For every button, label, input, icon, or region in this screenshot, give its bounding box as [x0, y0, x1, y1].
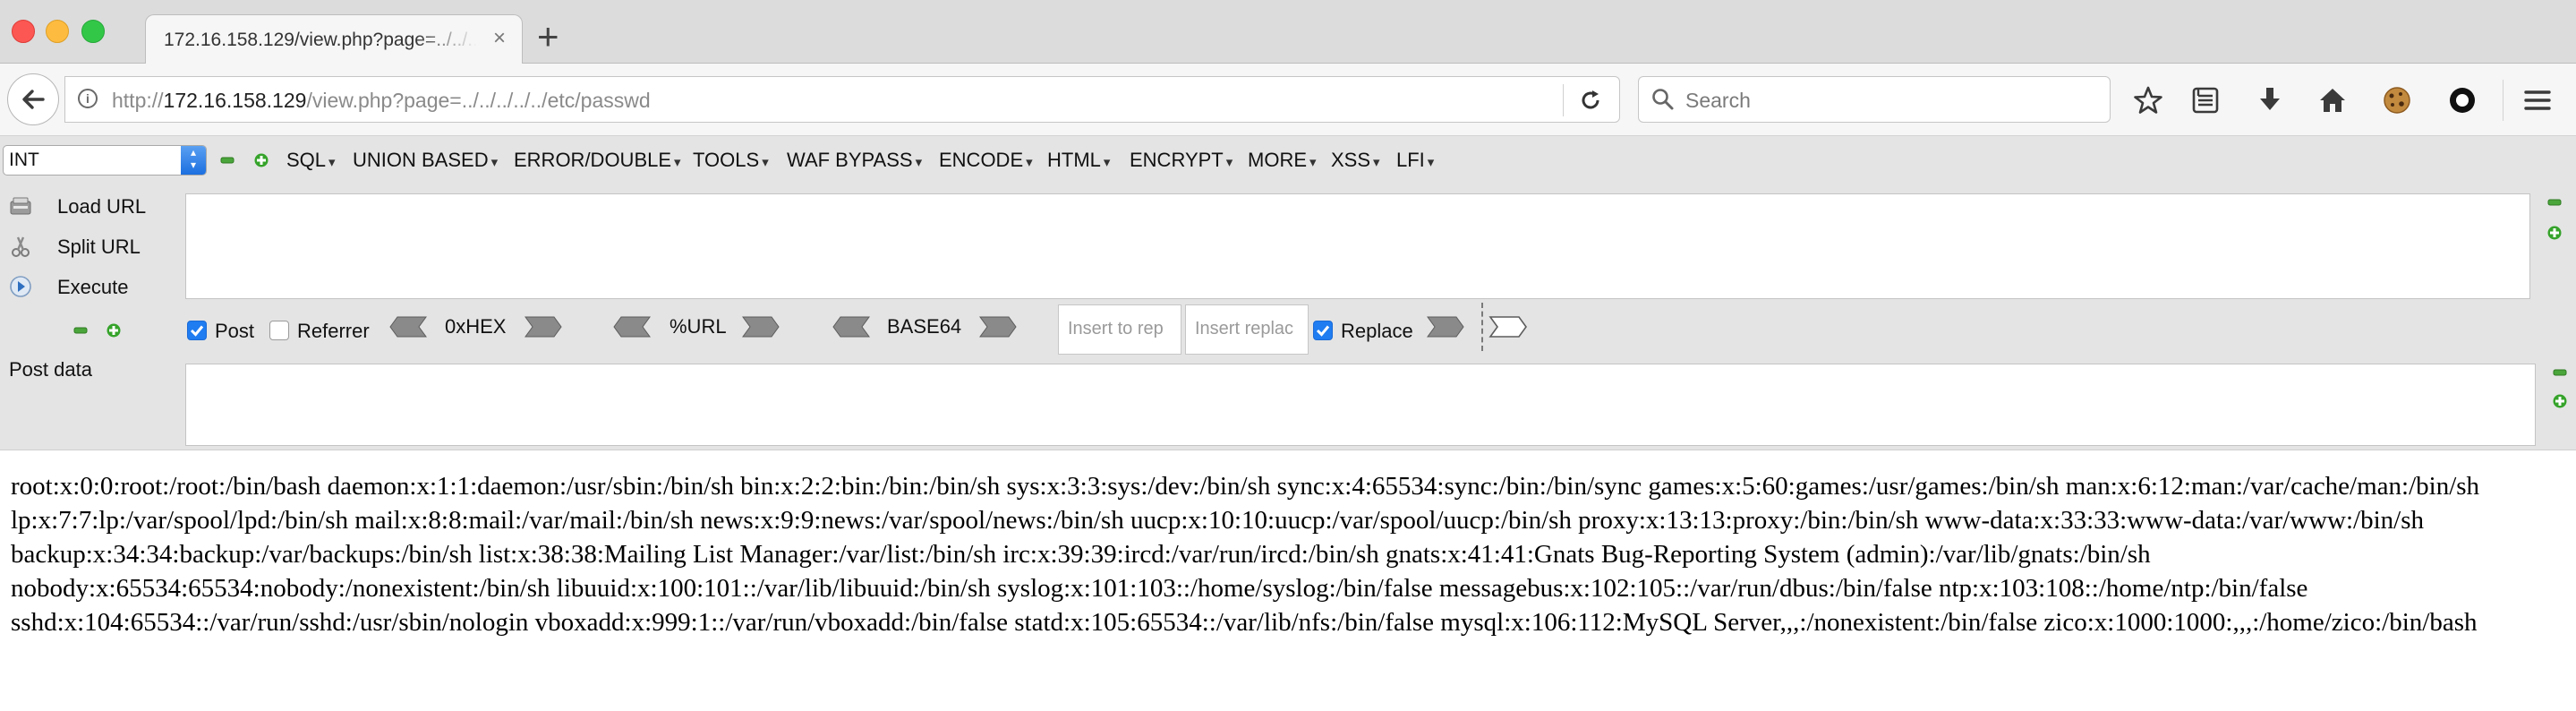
plus-icon[interactable] — [254, 153, 269, 167]
split-url-label: Split URL — [57, 236, 141, 258]
window-close-button[interactable] — [12, 20, 35, 43]
post-label: Post — [215, 320, 255, 342]
split-url-button[interactable]: Split URL — [0, 230, 179, 262]
back-arrow-icon — [22, 90, 45, 109]
back-button[interactable] — [7, 73, 59, 125]
url-divider — [1563, 84, 1564, 116]
execute-play-icon — [10, 276, 31, 297]
options-expand-icon[interactable] — [107, 323, 121, 338]
execute-label: Execute — [57, 276, 129, 298]
url-encode-arrow-icon[interactable] — [741, 314, 786, 339]
load-url-label: Load URL — [57, 195, 147, 218]
load-url-button[interactable]: Load URL — [0, 190, 179, 222]
post-textarea-expand-icon[interactable] — [2553, 394, 2567, 408]
load-url-icon — [10, 197, 31, 215]
hex-encode-arrow-icon[interactable] — [524, 314, 568, 339]
extension-circle-icon[interactable] — [2447, 85, 2478, 116]
referrer-checkbox[interactable] — [269, 321, 289, 340]
url-textarea-shrink-icon[interactable] — [2547, 195, 2562, 210]
url-path: /view.php?page=../../../../../etc/passwd — [306, 89, 651, 112]
apply-replace-arrow-icon[interactable] — [1488, 314, 1533, 339]
checkmark-icon — [1316, 325, 1330, 337]
download-icon[interactable] — [2255, 85, 2285, 116]
url-textarea[interactable] — [185, 193, 2530, 299]
menu-union-based[interactable]: UNION BASED — [353, 149, 498, 172]
navigation-bar: i http://172.16.158.129/view.php?page=..… — [0, 64, 2576, 136]
insert-to-replace-field[interactable] — [1058, 304, 1181, 355]
menu-tools[interactable]: TOOLS — [693, 149, 769, 172]
url-encode-label: %URL — [670, 315, 727, 338]
post-checkbox[interactable] — [187, 321, 207, 340]
execute-button[interactable]: Execute — [0, 270, 179, 303]
home-icon[interactable] — [2317, 85, 2348, 116]
search-input[interactable] — [1684, 86, 2099, 115]
dashed-separator — [1481, 303, 1483, 351]
menu-sql[interactable]: SQL — [286, 149, 336, 172]
url-bar[interactable]: i http://172.16.158.129/view.php?page=..… — [64, 76, 1620, 123]
url-scheme: http:// — [112, 89, 164, 112]
insert-replacement-input[interactable] — [1193, 318, 1304, 340]
hex-label: 0xHEX — [445, 315, 507, 338]
menu-waf-bypass[interactable]: WAF BYPASS — [787, 149, 922, 172]
search-icon — [1652, 89, 1674, 110]
tab-strip: 172.16.158.129/view.php?page=../../../..… — [0, 0, 2576, 64]
scissors-icon — [12, 236, 30, 257]
post-data-textarea[interactable] — [185, 364, 2536, 446]
mode-select-value: INT — [9, 150, 39, 170]
insert-replacement-field[interactable] — [1185, 304, 1309, 355]
reload-icon[interactable] — [1578, 88, 1603, 113]
replace-checkbox[interactable] — [1313, 321, 1333, 340]
minus-icon[interactable] — [220, 153, 235, 167]
select-arrows-icon: ▴ ▾ — [181, 146, 206, 175]
base64-encode-arrow-icon[interactable] — [978, 314, 1023, 339]
replace-arrow-icon[interactable] — [1426, 314, 1471, 339]
post-textarea-shrink-icon[interactable] — [2553, 365, 2567, 380]
options-shrink-icon[interactable] — [73, 323, 88, 338]
menu-encrypt[interactable]: ENCRYPT — [1130, 149, 1233, 172]
checkmark-icon — [190, 325, 204, 337]
bookmark-star-icon[interactable] — [2133, 85, 2163, 116]
cookie-icon[interactable] — [2382, 85, 2412, 116]
url-textarea-expand-icon[interactable] — [2547, 226, 2562, 240]
menu-lfi[interactable]: LFI — [1396, 149, 1434, 172]
hackbar-panel: INT ▴▾ SQL UNION BASED ERROR/DOUBLE TOOL… — [0, 136, 2576, 450]
mode-select[interactable]: INT ▴ ▾ — [3, 145, 207, 176]
replace-label: Replace — [1341, 320, 1413, 342]
url-host: 172.16.158.129 — [163, 89, 307, 112]
menu-more[interactable]: MORE — [1248, 149, 1317, 172]
tab-close-icon[interactable]: × — [493, 26, 506, 51]
post-data-label: Post data — [9, 358, 92, 381]
url-text[interactable]: http://172.16.158.129/view.php?page=../.… — [112, 89, 651, 113]
referrer-label: Referrer — [297, 320, 370, 342]
menu-error-double[interactable]: ERROR/DOUBLE — [514, 149, 681, 172]
reading-list-icon[interactable] — [2190, 85, 2221, 116]
tab-title: 172.16.158.129/view.php?page=../../../..… — [164, 30, 477, 50]
base64-label: BASE64 — [887, 315, 962, 338]
info-icon[interactable]: i — [78, 89, 98, 108]
window-minimize-button[interactable] — [46, 20, 69, 43]
new-tab-button[interactable]: + — [537, 18, 559, 56]
hex-decode-arrow-icon[interactable] — [383, 314, 428, 339]
base64-decode-arrow-icon[interactable] — [826, 314, 871, 339]
menu-html[interactable]: HTML — [1047, 149, 1110, 172]
url-decode-arrow-icon[interactable] — [607, 314, 652, 339]
insert-to-replace-input[interactable] — [1066, 318, 1177, 340]
window-maximize-button[interactable] — [81, 20, 105, 43]
active-tab[interactable]: 172.16.158.129/view.php?page=../../../..… — [145, 14, 523, 64]
menu-encode[interactable]: ENCODE — [939, 149, 1033, 172]
search-bar[interactable] — [1638, 76, 2111, 123]
passwd-file-content: root:x:0:0:root:/root:/bin/bash daemon:x… — [11, 472, 2480, 637]
menu-xss[interactable]: XSS — [1331, 149, 1380, 172]
hamburger-menu-icon[interactable] — [2522, 85, 2553, 116]
